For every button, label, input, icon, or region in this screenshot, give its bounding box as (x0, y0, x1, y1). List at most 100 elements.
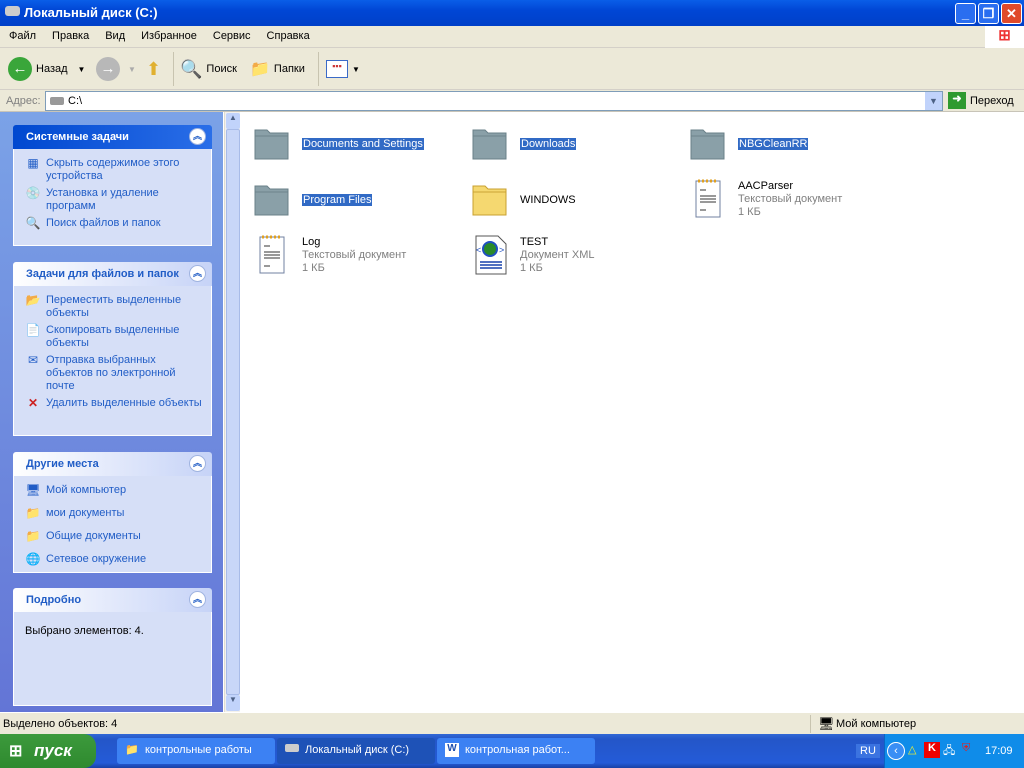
menu-edit[interactable]: Правка (43, 26, 96, 42)
file-name: Program Files (302, 194, 373, 206)
task-copy[interactable]: 📄 Скопировать выделенные объекты (25, 324, 203, 350)
xml-document-icon: < > (475, 235, 507, 275)
address-dropdown-icon[interactable]: ▼ (925, 92, 942, 110)
panel-header[interactable]: Системные задачи ︽ (13, 125, 212, 149)
file-size: 1 КБ (738, 206, 761, 218)
place-network[interactable]: 🌐 Сетевое окружение (25, 553, 203, 569)
panel-header[interactable]: Подробно ︽ (13, 588, 212, 612)
go-button[interactable]: ➜ Переход (948, 92, 1014, 109)
task-add-remove-programs[interactable]: 💿 Установка и удаление программ (25, 187, 203, 213)
forward-arrow-icon: → (96, 57, 120, 81)
scroll-up-icon[interactable]: ▲ (226, 113, 240, 129)
menu-help[interactable]: Справка (258, 26, 317, 42)
collapse-icon[interactable]: ︽ (189, 455, 206, 472)
windows-logo-icon: ⊞ (985, 26, 1024, 48)
collapse-icon[interactable]: ︽ (189, 265, 206, 282)
folder-icon: 📁 (25, 529, 41, 543)
windows-flag-icon: ⊞ (9, 743, 23, 760)
place-my-documents[interactable]: 📁 мои документы (25, 507, 203, 523)
security-shield-icon[interactable]: ⛨ (962, 742, 970, 755)
dropdown-icon[interactable]: ▼ (78, 65, 86, 74)
search-icon: 🔍 (25, 216, 41, 230)
toolbar: ← Назад ▼ → ▼ ⬆ 🔍 Поиск 📁 Папки ▪▪▪ ▼ (0, 48, 1024, 90)
task-button[interactable]: Wконтрольная работ... (437, 738, 595, 764)
clock[interactable]: 17:09 (985, 745, 1013, 757)
move-icon: 📂 (25, 293, 41, 307)
start-button[interactable]: ⊞ пуск (0, 734, 96, 768)
language-indicator[interactable]: RU (856, 744, 880, 758)
drive-icon (5, 6, 20, 16)
task-search-files[interactable]: 🔍 Поиск файлов и папок (25, 217, 203, 233)
folders-button[interactable]: 📁 Папки (250, 56, 305, 82)
task-hide-contents[interactable]: ▦ Скрыть содержимое этого устройства (25, 157, 203, 183)
panel-header[interactable]: Другие места ︽ (13, 452, 212, 476)
task-move[interactable]: 📂 Переместить выделенные объекты (25, 294, 203, 320)
network-icon[interactable]: 🖧 (943, 742, 955, 761)
file-name: Documents and Settings (302, 138, 424, 150)
file-item[interactable]: Documents and Settings (244, 122, 454, 172)
file-item[interactable]: < > TEST Документ XML 1 КБ (462, 234, 672, 284)
views-icon: ▪▪▪ (326, 60, 348, 78)
file-item[interactable]: Downloads (462, 122, 672, 172)
forward-button[interactable]: → ▼ (96, 56, 136, 82)
status-bar: Выделено объектов: 4 🖥 Мой компьютер (0, 712, 1024, 734)
status-zone: Мой компьютер (836, 718, 917, 730)
email-icon: ✉ (27, 353, 39, 367)
folder-icon (254, 129, 289, 160)
place-shared-documents[interactable]: 📁 Общие документы (25, 530, 203, 546)
show-hidden-icons-button[interactable]: ‹ (887, 742, 905, 760)
file-type: Документ XML (520, 249, 595, 261)
close-button[interactable]: ✕ (1001, 3, 1022, 24)
file-type: Текстовый документ (302, 249, 407, 261)
scroll-thumb[interactable] (226, 129, 240, 695)
up-folder-button[interactable]: ⬆ (146, 56, 161, 82)
menu-file[interactable]: Файл (0, 26, 43, 42)
computer-icon: 🖥 (818, 716, 835, 731)
other-places-panel: Другие места ︽ 🖥 Мой компьютер 📁 мои докуме… (13, 452, 212, 573)
network-icon: 🌐 (25, 552, 41, 566)
svg-text:<: < (476, 245, 481, 255)
menu-view[interactable]: Вид (96, 26, 132, 42)
folder-icon (254, 185, 289, 216)
search-button[interactable]: 🔍 Поиск (180, 56, 237, 82)
task-email[interactable]: ✉ Отправка выбранных объектов по электрон… (25, 354, 203, 393)
system-tasks-panel: Системные задачи ︽ ▦ Скрыть содержимое это… (13, 125, 212, 246)
drive-icon (50, 97, 64, 105)
menu-favorites[interactable]: Избранное (132, 26, 204, 42)
file-item[interactable]: Log Текстовый документ 1 КБ (244, 234, 454, 284)
vertical-scrollbar[interactable]: ▲ ▼ (224, 112, 240, 712)
folder-up-icon: ⬆ (146, 58, 162, 79)
folder-icon (472, 185, 507, 216)
file-name: TEST Документ XML 1 КБ (520, 236, 595, 274)
task-delete[interactable]: ✕ Удалить выделенные объекты (25, 397, 203, 413)
back-button[interactable]: ← Назад ▼ (8, 56, 85, 82)
minimize-button[interactable]: _ (955, 3, 976, 24)
menu-tools[interactable]: Сервис (204, 26, 258, 42)
task-button[interactable]: 📁 контрольные работы (117, 738, 275, 764)
place-my-computer[interactable]: 🖥 Мой компьютер (25, 484, 203, 500)
scroll-down-icon[interactable]: ▼ (226, 695, 240, 711)
task-pane: Системные задачи ︽ ▦ Скрыть содержимое это… (0, 112, 223, 712)
file-name: NBGCleanRR (738, 138, 809, 150)
file-item[interactable]: Program Files (244, 178, 454, 228)
folder-icon (690, 129, 725, 160)
file-item[interactable]: NBGCleanRR (680, 122, 890, 172)
collapse-icon[interactable]: ︽ (189, 128, 206, 145)
panel-header[interactable]: Задачи для файлов и папок ︽ (13, 262, 212, 286)
file-item[interactable]: WINDOWS (462, 178, 672, 228)
views-button[interactable]: ▪▪▪ ▼ (326, 56, 360, 82)
address-input[interactable]: C:\ ▼ (45, 91, 943, 111)
drive-icon (285, 744, 299, 752)
tray-app-icon[interactable]: △ (908, 743, 916, 756)
taskbar: ⊞ пуск 📁 контрольные работы Локальный диск… (0, 734, 1024, 768)
file-list: Documents and Settings Downloads NBGCleanR… (240, 112, 1024, 712)
address-label: Адрес: (6, 95, 41, 107)
back-arrow-icon: ← (8, 57, 32, 81)
hide-icon: ▦ (27, 156, 39, 170)
collapse-icon[interactable]: ︽ (189, 591, 206, 608)
file-item[interactable]: AACParser Текстовый документ 1 КБ (680, 178, 890, 228)
antivirus-icon[interactable]: K (924, 742, 940, 758)
folder-icon: 📁 (25, 506, 41, 520)
maximize-button[interactable]: ❐ (978, 3, 999, 24)
task-button-active[interactable]: Локальный диск (C:) (277, 738, 435, 764)
